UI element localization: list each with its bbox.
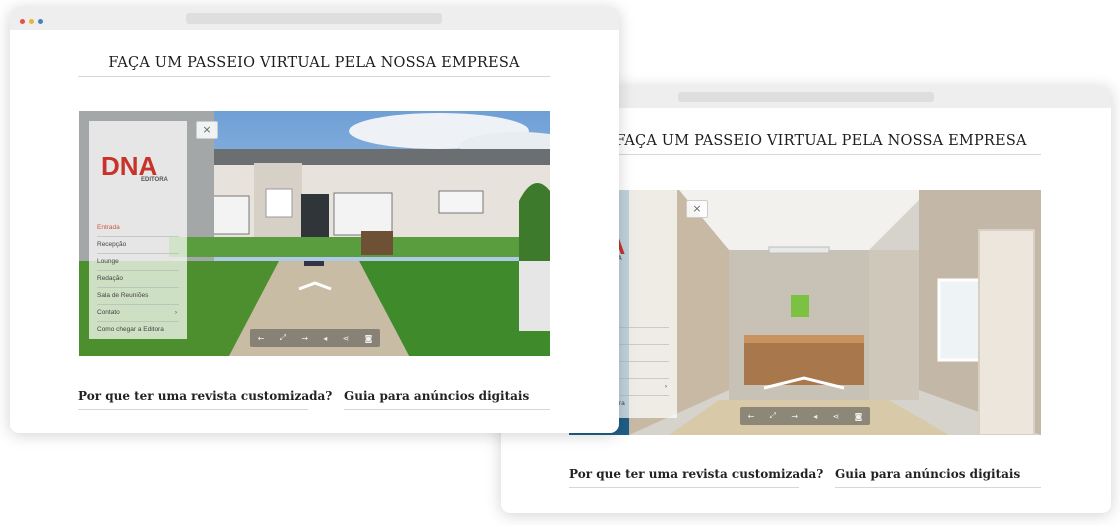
- window-controls: [20, 19, 43, 24]
- virtual-tour-viewer[interactable]: DNA EDITORA Reuniões › chegar a Editora …: [569, 190, 1041, 435]
- sound-icon[interactable]: ◂: [323, 334, 327, 343]
- dna-logo-sub: EDITORA: [141, 177, 168, 183]
- sound-icon[interactable]: ◂: [813, 412, 817, 421]
- menu-item-redacao[interactable]: Redação: [97, 270, 179, 288]
- tour-toolbar: ← ⤢ → ◂ ⋖ ◙: [740, 407, 870, 425]
- camera-icon[interactable]: ◙: [855, 412, 863, 421]
- menu-item-lounge[interactable]: Lounge: [97, 253, 179, 271]
- browser-window-front: FAÇA UM PASSEIO VIRTUAL PELA NOSSA EMPRE…: [10, 7, 619, 433]
- page-heading: FAÇA UM PASSEIO VIRTUAL PELA NOSSA EMPRE…: [601, 133, 1041, 155]
- arrow-right-icon[interactable]: →: [301, 334, 308, 343]
- link-guia-anuncios[interactable]: Guia para anúncios digitais: [344, 389, 550, 410]
- title-bar: [10, 7, 619, 30]
- fullscreen-icon[interactable]: ⤢: [280, 333, 286, 343]
- chevron-right-icon: ›: [664, 383, 667, 390]
- link-guia-anuncios[interactable]: Guia para anúncios digitais: [835, 467, 1041, 488]
- menu-item-sala-reunioes[interactable]: Sala de Reuniões: [97, 287, 179, 305]
- menu-item-contato[interactable]: Contato ›: [97, 304, 179, 322]
- camera-icon[interactable]: ◙: [365, 334, 373, 343]
- tour-toolbar: ← ⤢ → ◂ ⋖ ◙: [250, 329, 380, 347]
- address-bar[interactable]: [186, 13, 442, 24]
- close-icon[interactable]: ×: [686, 200, 708, 218]
- link-revista-customizada[interactable]: Por que ter uma revista customizada?: [78, 389, 332, 410]
- chevron-right-icon: ›: [174, 309, 177, 316]
- fullscreen-icon[interactable]: ⤢: [770, 411, 776, 421]
- page-heading: FAÇA UM PASSEIO VIRTUAL PELA NOSSA EMPRE…: [78, 55, 550, 77]
- maximize-dot-icon[interactable]: [38, 19, 43, 24]
- arrow-right-icon[interactable]: →: [791, 412, 798, 421]
- menu-item-como-chegar[interactable]: Como chegar a Editora: [97, 321, 179, 338]
- address-bar[interactable]: [678, 92, 934, 102]
- link-revista-customizada[interactable]: Por que ter uma revista customizada?: [569, 467, 823, 488]
- arrow-left-icon[interactable]: ←: [258, 334, 265, 343]
- share-icon[interactable]: ⋖: [833, 412, 840, 421]
- menu-item-recepcao[interactable]: Recepção: [97, 236, 179, 254]
- close-dot-icon[interactable]: [20, 19, 25, 24]
- share-icon[interactable]: ⋖: [343, 334, 350, 343]
- minimize-dot-icon[interactable]: [29, 19, 34, 24]
- arrow-left-icon[interactable]: ←: [748, 412, 755, 421]
- menu-item-contato-label: Contato: [97, 309, 120, 316]
- close-icon[interactable]: ×: [196, 121, 218, 139]
- tour-menu-panel: DNA EDITORA Entrada Recepção Lounge Reda…: [89, 121, 187, 339]
- virtual-tour-viewer[interactable]: DNA EDITORA Entrada Recepção Lounge Reda…: [79, 111, 550, 356]
- menu-item-entrada[interactable]: Entrada: [97, 219, 179, 237]
